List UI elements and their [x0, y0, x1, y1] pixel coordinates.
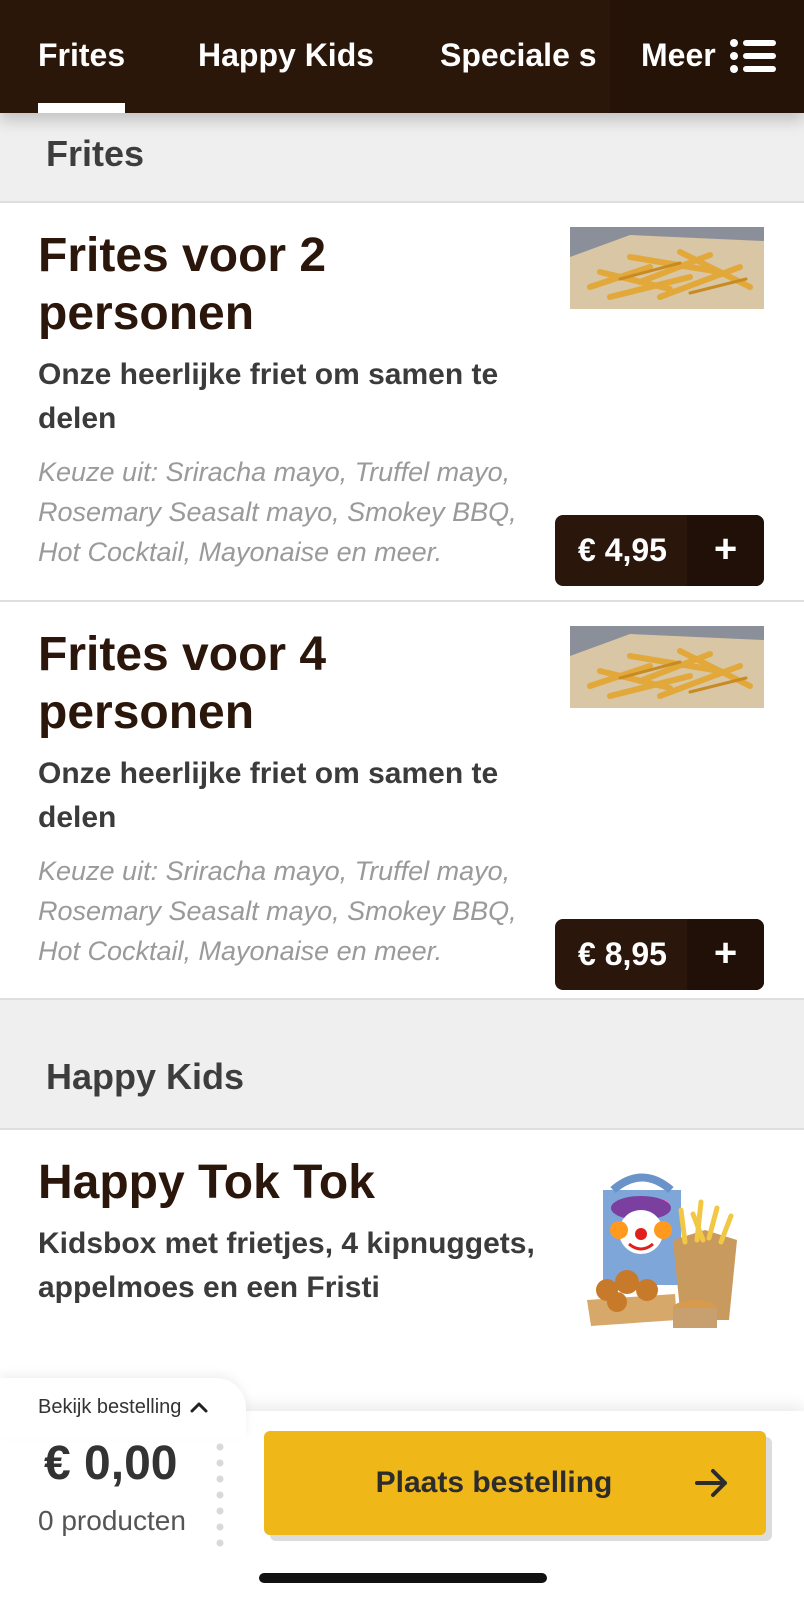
plus-icon: + [687, 515, 764, 586]
order-bar: € 0,00 0 producten Plaats bestelling [0, 1411, 804, 1600]
view-order-toggle[interactable]: Bekijk bestelling [0, 1378, 246, 1438]
section-title: Frites [46, 133, 145, 174]
price-label: € 4,95 [578, 532, 667, 568]
product-count: 0 producten [38, 1505, 186, 1536]
place-order-button[interactable]: Plaats bestelling [264, 1431, 766, 1535]
product-name: Happy Tok Tok [38, 1156, 375, 1209]
product-name: Frites voor 4 personen [38, 628, 327, 739]
tab-frites[interactable]: Frites [38, 0, 126, 113]
arrow-right-icon [695, 1469, 727, 1497]
plus-icon: + [687, 919, 764, 990]
place-order-label: Plaats bestelling [375, 1466, 613, 1499]
fries-image [570, 626, 764, 708]
add-to-cart-button[interactable]: € 4,95 + [555, 515, 764, 586]
product-description: Onze heerlijke friet om samen te delen [38, 757, 499, 834]
tab-speciale-sauzen[interactable]: Speciale sa [440, 0, 596, 113]
view-order-label: Bekijk bestelling [38, 1396, 182, 1418]
product-description: Onze heerlijke friet om samen te delen [38, 358, 499, 435]
kidsbox-image [587, 1173, 737, 1328]
product-note: Keuze uit: Sriracha mayo, Truffel mayo, … [38, 856, 517, 966]
category-nav: Frites Happy Kids Speciale sa Meer [0, 0, 804, 113]
product-description: Kidsbox met frietjes, 4 kipnuggets, appe… [38, 1227, 535, 1304]
product-name: Frites voor 2 personen [38, 229, 327, 340]
fries-image [570, 227, 764, 309]
add-to-cart-button[interactable]: € 8,95 + [555, 919, 764, 990]
list-icon [730, 39, 776, 73]
dotted-divider [216, 1427, 224, 1547]
chevron-up-icon [190, 1402, 208, 1413]
more-button[interactable]: Meer [610, 0, 804, 113]
section-header-happy-kids: Happy Kids [0, 1000, 804, 1130]
more-label: Meer [641, 37, 716, 73]
tab-happy-kids[interactable]: Happy Kids [198, 0, 374, 113]
price-label: € 8,95 [578, 936, 667, 972]
section-header-frites: Frites [0, 113, 804, 203]
product-card-frites-2[interactable]: Frites voor 2 personen Onze heerlijke fr… [0, 203, 804, 602]
product-card-frites-4[interactable]: Frites voor 4 personen Onze heerlijke fr… [0, 602, 804, 1000]
order-total: € 0,00 [44, 1437, 178, 1490]
home-indicator [259, 1573, 547, 1583]
section-title: Happy Kids [46, 1056, 245, 1097]
product-note: Keuze uit: Sriracha mayo, Truffel mayo, … [38, 457, 517, 567]
